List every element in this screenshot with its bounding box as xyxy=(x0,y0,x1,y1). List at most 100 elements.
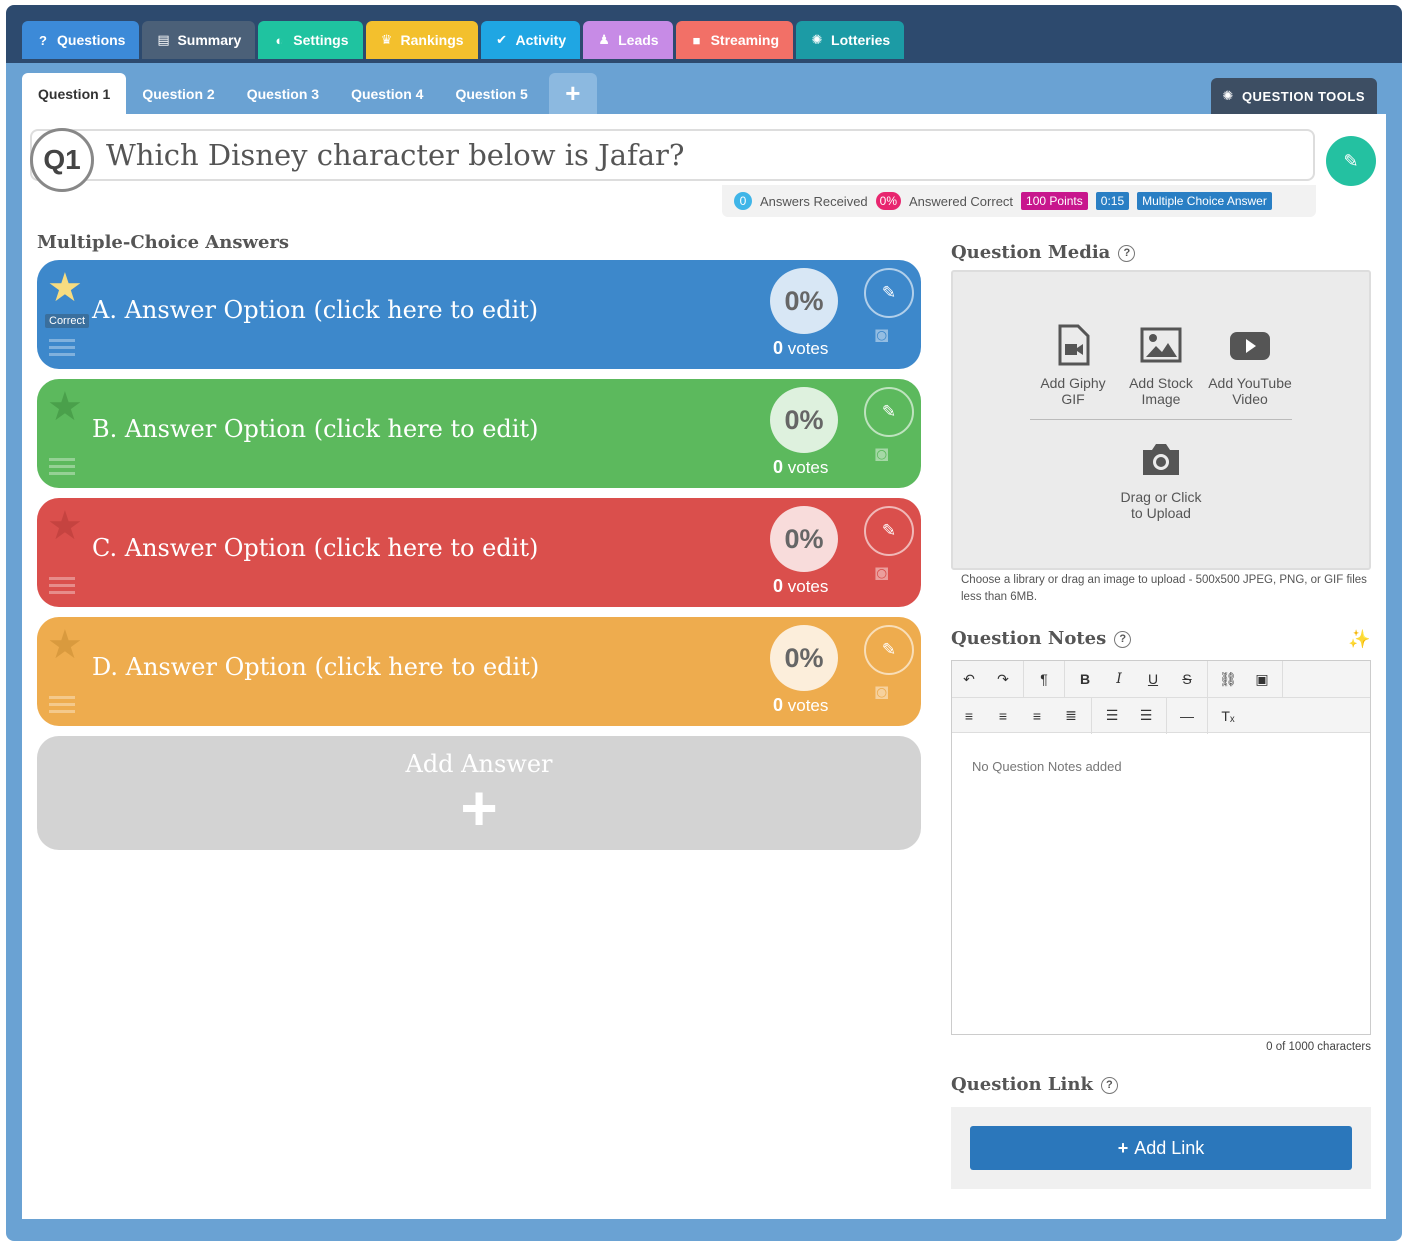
camera-icon[interactable]: ◙ xyxy=(875,441,888,467)
edit-answer-button[interactable]: ✎ xyxy=(864,268,914,318)
camera-icon[interactable]: ◙ xyxy=(875,322,888,348)
answer-votes: 0 votes xyxy=(773,576,828,597)
add-link-label: Add Link xyxy=(1134,1137,1205,1158)
drag-handle-icon[interactable] xyxy=(49,696,75,699)
star-icon[interactable]: ★ xyxy=(47,387,83,427)
tab-settings[interactable]: ◐ Settings xyxy=(258,21,363,59)
tab-summary[interactable]: ▤ Summary xyxy=(142,21,256,59)
list-icon: ▤ xyxy=(157,32,170,47)
add-stock-image-button[interactable]: Add Stock Image xyxy=(1125,324,1197,407)
question-text[interactable]: Which Disney character below is Jafar? xyxy=(106,138,684,172)
add-youtube-video-button[interactable]: Add YouTube Video xyxy=(1205,324,1295,407)
align-justify-icon[interactable]: ≣ xyxy=(1054,698,1088,734)
tab-questions[interactable]: ? Questions xyxy=(22,21,140,59)
help-icon[interactable]: ? xyxy=(1114,630,1132,648)
horizontal-rule-icon[interactable]: — xyxy=(1170,698,1204,734)
app-frame: ? Questions ▤ Summary ◐ Settings ♛ Ranki… xyxy=(6,5,1402,1241)
answers-received-count: 0 xyxy=(734,192,752,210)
tab-rankings[interactable]: ♛ Rankings xyxy=(365,21,478,59)
star-icon[interactable]: ★ xyxy=(47,625,83,665)
pencil-icon: ✎ xyxy=(881,521,897,540)
answer-option-b[interactable]: ★ B. Answer Option (click here to edit) … xyxy=(37,379,921,488)
bullet-list-icon[interactable]: ☰ xyxy=(1095,698,1129,734)
star-icon[interactable]: ★ xyxy=(47,506,83,546)
question-type-badge: Multiple Choice Answer xyxy=(1137,192,1272,210)
notes-placeholder[interactable]: No Question Notes added xyxy=(972,759,1122,774)
numbered-list-icon[interactable]: ☰ xyxy=(1129,698,1163,734)
answers-heading: Multiple-Choice Answers xyxy=(37,232,290,253)
edit-answer-button[interactable]: ✎ xyxy=(864,625,914,675)
edit-answer-button[interactable]: ✎ xyxy=(864,506,914,556)
media-dropzone[interactable]: Add Giphy GIF Add Stock Image Add YouTub… xyxy=(951,270,1371,570)
help-icon[interactable]: ? xyxy=(1118,244,1136,262)
answer-option-a[interactable]: ★ Correct A. Answer Option (click here t… xyxy=(37,260,921,369)
help-icon[interactable]: ? xyxy=(1100,1076,1118,1094)
camera-icon xyxy=(1143,444,1179,475)
answer-label[interactable]: D. Answer Option (click here to edit) xyxy=(92,653,539,681)
drag-handle-icon[interactable] xyxy=(49,339,75,342)
answer-percent: 0% xyxy=(770,387,838,453)
link-heading-text: Question Link xyxy=(951,1074,1093,1095)
insert-image-icon[interactable]: ▣ xyxy=(1245,661,1279,697)
tab-question-2[interactable]: Question 2 xyxy=(126,73,230,114)
align-left-icon[interactable]: ≡ xyxy=(952,698,986,734)
question-link-heading: Question Link? xyxy=(951,1074,1118,1095)
drag-handle-icon[interactable] xyxy=(49,577,75,580)
answers-received-label: Answers Received xyxy=(760,193,868,209)
add-giphy-gif-button[interactable]: Add Giphy GIF xyxy=(1033,324,1113,407)
redo-icon[interactable]: ↷ xyxy=(986,661,1020,697)
question-tabs: Question 1 Question 2 Question 3 Questio… xyxy=(22,73,597,114)
tab-question-3[interactable]: Question 3 xyxy=(231,73,335,114)
tab-streaming[interactable]: ■ Streaming xyxy=(675,21,794,59)
camera-icon[interactable]: ◙ xyxy=(875,679,888,705)
bold-icon[interactable]: B xyxy=(1068,661,1102,697)
link-icon[interactable]: ⛓ xyxy=(1211,661,1245,697)
tab-label: Rankings xyxy=(400,32,464,48)
align-right-icon[interactable]: ≡ xyxy=(1020,698,1054,734)
tab-question-4[interactable]: Question 4 xyxy=(335,73,439,114)
question-panel: Q1 Which Disney character below is Jafar… xyxy=(22,114,1386,1219)
upload-image-button[interactable]: Drag or Click to Upload xyxy=(1113,438,1209,521)
undo-icon[interactable]: ↶ xyxy=(952,661,986,697)
answer-label[interactable]: B. Answer Option (click here to edit) xyxy=(92,415,538,443)
tab-label: Questions xyxy=(57,32,126,48)
tab-label: Summary xyxy=(177,32,242,48)
answer-label[interactable]: A. Answer Option (click here to edit) xyxy=(92,296,538,324)
camera-icon[interactable]: ◙ xyxy=(875,560,888,586)
drag-handle-icon[interactable] xyxy=(49,458,75,461)
tab-lotteries[interactable]: ✺ Lotteries xyxy=(796,21,905,59)
edit-question-button[interactable]: ✎ xyxy=(1326,136,1376,186)
answer-option-c[interactable]: ★ C. Answer Option (click here to edit) … xyxy=(37,498,921,607)
align-center-icon[interactable]: ≡ xyxy=(986,698,1020,734)
italic-icon[interactable]: I xyxy=(1102,661,1136,697)
tab-leads[interactable]: ♟ Leads xyxy=(583,21,673,59)
question-tools-button[interactable]: ✺ QUESTION TOOLS xyxy=(1210,78,1377,114)
gear-icon: ✺ xyxy=(1222,88,1234,103)
pencil-icon: ✎ xyxy=(1343,150,1359,171)
main-tabs: ? Questions ▤ Summary ◐ Settings ♛ Ranki… xyxy=(22,21,905,59)
tab-question-1[interactable]: Question 1 xyxy=(22,73,127,114)
toolbar-divider xyxy=(1091,697,1092,734)
paragraph-icon[interactable]: ¶ xyxy=(1027,661,1061,697)
answer-label[interactable]: C. Answer Option (click here to edit) xyxy=(92,534,538,562)
video-file-icon xyxy=(1058,324,1090,366)
answer-option-d[interactable]: ★ D. Answer Option (click here to edit) … xyxy=(37,617,921,726)
sparkle-icon[interactable]: ✨ xyxy=(1348,629,1370,650)
media-heading-text: Question Media xyxy=(951,242,1111,263)
tab-label: Settings xyxy=(293,32,349,48)
question-stats: 0 Answers Received 0% Answered Correct 1… xyxy=(722,185,1316,217)
toolbar-divider xyxy=(1166,697,1167,734)
tab-question-5[interactable]: Question 5 xyxy=(439,73,543,114)
strikethrough-icon[interactable]: S xyxy=(1170,661,1204,697)
toggle-icon: ◐ xyxy=(275,32,284,48)
underline-icon[interactable]: U xyxy=(1136,661,1170,697)
edit-answer-button[interactable]: ✎ xyxy=(864,387,914,437)
clear-formatting-icon[interactable]: Tₓ xyxy=(1211,698,1245,734)
add-answer-button[interactable]: Add Answer + xyxy=(37,736,921,850)
answer-votes: 0 votes xyxy=(773,457,828,478)
add-link-button[interactable]: + Add Link xyxy=(970,1126,1352,1170)
star-icon[interactable]: ★ xyxy=(47,268,83,308)
tab-activity[interactable]: ✔ Activity xyxy=(480,21,581,59)
add-question-button[interactable]: + xyxy=(548,73,597,114)
editor-toolbar: ↶ ↷ ¶ B I U S ⛓ ▣ ≡ ≡ ≡ ≣ ☰ ☰ — Tₓ xyxy=(952,661,1370,734)
